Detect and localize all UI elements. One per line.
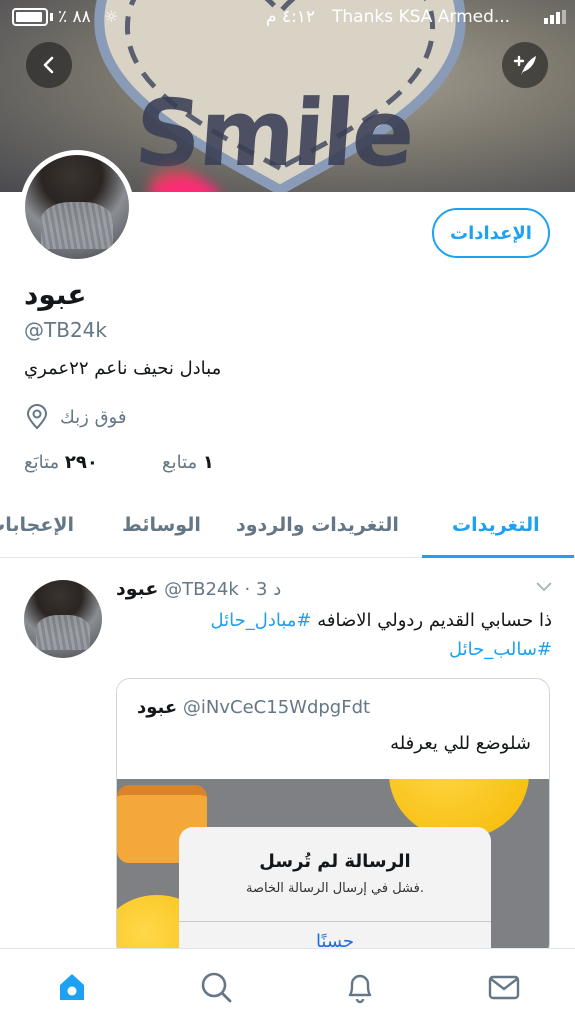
chevron-down-icon[interactable]: [536, 582, 552, 592]
chevron-left-icon: [43, 56, 54, 74]
active-tab-indicator: [422, 555, 574, 558]
location-text: فوق زبك: [60, 406, 127, 428]
tab-tweets[interactable]: التغريدات: [452, 514, 540, 536]
banner-smile-text: Smile: [131, 80, 417, 187]
search-icon[interactable]: [198, 969, 234, 1005]
compose-tweet-button[interactable]: [502, 42, 548, 88]
followers-link[interactable]: ٢٩٠ متابَع: [24, 452, 98, 473]
tab-media[interactable]: الوسائط: [122, 514, 201, 536]
profile-handle: @TB24k: [24, 318, 107, 342]
carrier-name: Thanks KSA Armed...: [332, 7, 511, 27]
tweet-text-body: ذا حسابي القديم ردولي الاضافه: [311, 610, 552, 631]
avatar-image: [25, 155, 129, 259]
quote-author: عبود: [137, 697, 178, 718]
following-label: متابع: [162, 452, 198, 473]
following-link[interactable]: ١ متابع: [162, 452, 214, 473]
dialog-divider: [179, 921, 491, 922]
followers-label: متابَع: [24, 452, 60, 473]
settings-button[interactable]: الإعدادات: [432, 208, 550, 258]
quote-text: شلوضع للي يعرفله: [390, 733, 531, 754]
alert-dialog: الرسالة لم تُرسل فشل في إرسال الرسالة ال…: [179, 827, 491, 957]
profile-tabs: التغريدات التغريدات والردود الوسائط الإع…: [0, 500, 575, 558]
tweet-header: عبود @TB24k · 3 د: [116, 578, 281, 600]
activity-indicator-icon: ☼: [104, 7, 119, 26]
signal-icon: [544, 10, 566, 24]
hashtag-link[interactable]: #مبادل_حائل: [210, 610, 311, 631]
battery-icon: [12, 8, 48, 26]
battery-tip: [50, 13, 53, 21]
quoted-tweet[interactable]: عبود @iNvCeC15WdpgFdt شلوضع للي يعرفله ا…: [116, 678, 550, 958]
status-time: ٤:١٢ م: [266, 7, 316, 27]
home-icon[interactable]: [54, 969, 90, 1005]
battery-percent: ٪ ٨٨: [58, 7, 91, 27]
notifications-bell-icon[interactable]: [342, 969, 378, 1005]
tab-tweets-and-replies[interactable]: التغريدات والردود: [236, 514, 399, 536]
back-button[interactable]: [26, 42, 72, 88]
tab-likes[interactable]: الإعجابات: [0, 514, 74, 536]
location-pin-icon: [26, 404, 48, 430]
profile-bio: مبادل نحيف ناعم ٢٢عمري: [24, 358, 222, 379]
tweet-time: 3 د: [256, 579, 282, 600]
tweet-author[interactable]: عبود: [116, 578, 158, 600]
tweet-avatar[interactable]: [24, 580, 102, 658]
quote-header: عبود @iNvCeC15WdpgFdt: [137, 697, 370, 718]
quote-media-image[interactable]: الرسالة لم تُرسل فشل في إرسال الرسالة ال…: [117, 779, 549, 957]
following-count: ١: [202, 452, 214, 473]
quote-handle: @iNvCeC15WdpgFdt: [182, 697, 371, 718]
hashtag-link[interactable]: #سالب_حائل: [449, 639, 552, 660]
dialog-title: الرسالة لم تُرسل: [259, 851, 411, 872]
messages-mail-icon[interactable]: [486, 969, 522, 1005]
profile-avatar[interactable]: [20, 150, 134, 264]
profile-location: فوق زبك: [24, 404, 126, 430]
status-bar: ٪ ٨٨ ☼ ٤:١٢ م Thanks KSA Armed...: [0, 0, 575, 34]
tweet-dot: ·: [244, 579, 251, 600]
compose-feather-icon: [513, 55, 536, 75]
tweet-text: ذا حسابي القديم ردولي الاضافه #مبادل_حائ…: [116, 606, 552, 664]
tweet[interactable]: عبود @TB24k · 3 د ذا حسابي القديم ردولي …: [0, 562, 575, 958]
profile-name: عبود: [24, 278, 87, 311]
tweet-handle[interactable]: @TB24k: [164, 579, 239, 600]
bottom-tab-bar: [0, 948, 575, 1024]
followers-count: ٢٩٠: [64, 452, 98, 473]
dialog-message: فشل في إرسال الرسالة الخاصة.: [245, 881, 425, 896]
